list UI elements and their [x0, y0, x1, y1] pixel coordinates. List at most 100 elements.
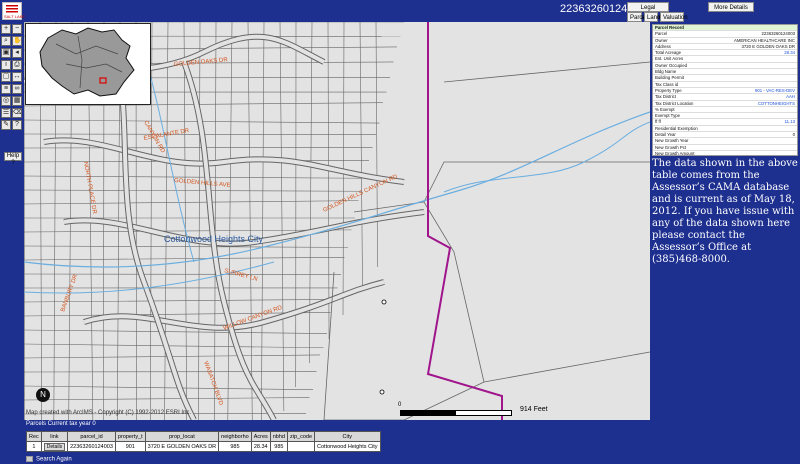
parcel-record-panel: Parcel Record Parcel 22363260124003 Owner AM…	[652, 24, 798, 156]
record-key: Tax District Location	[655, 100, 694, 106]
record-value	[715, 69, 797, 74]
results-cell	[286, 441, 316, 452]
results-title: Parcels Current tax year 0	[26, 421, 96, 427]
valuation-button[interactable]: Valuation	[660, 12, 688, 22]
record-value[interactable]: 28.34	[715, 50, 797, 55]
record-key: Residential Exemption	[655, 125, 698, 131]
record-key: Bldg Name	[655, 69, 677, 75]
help-button[interactable]: Help ?	[4, 152, 22, 166]
record-key: New Growth Year	[655, 138, 689, 144]
buffer-icon[interactable]: ◎	[1, 96, 11, 106]
draw-icon[interactable]: ✎	[1, 120, 11, 130]
overview-map-canvas[interactable]	[26, 24, 150, 104]
results-cell: Details	[40, 441, 69, 452]
results-cell: 3720 E GOLDEN OAKS DR	[144, 441, 220, 452]
north-arrow-icon: N	[36, 388, 50, 402]
results-panel: Parcels Current tax year 0 Rec link parcel…	[24, 420, 650, 464]
details-button[interactable]: Details	[43, 442, 66, 451]
results-row: 1 Details 22363260124003 901 3720 E GOLDEN O…	[26, 441, 381, 452]
full-extent-icon[interactable]: ▣	[1, 48, 11, 58]
pan-icon[interactable]: ✋	[12, 36, 22, 46]
survey-point	[379, 389, 385, 395]
zoom-out-icon[interactable]: −	[12, 24, 22, 34]
logo-text: SALT LAKE	[4, 14, 25, 19]
data-disclaimer: The data shown in the above table comes …	[652, 158, 798, 265]
record-value[interactable]: 901 - VAC-RES-DEV	[715, 88, 797, 93]
select-icon[interactable]: ▢	[1, 72, 11, 82]
record-key: Parcel	[655, 31, 668, 37]
record-key: Total Acreage	[655, 50, 682, 56]
county-outline	[39, 27, 135, 97]
print-icon[interactable]: ⎙	[12, 60, 22, 70]
record-key: Exempt Type	[655, 113, 680, 119]
bottom-right-filler	[652, 420, 800, 464]
results-column-header: Rec	[26, 431, 42, 442]
table-icon[interactable]: ▦	[12, 96, 22, 106]
legend-icon[interactable]: ☰	[1, 108, 11, 118]
record-value: 22363260124003	[761, 31, 795, 37]
map-view[interactable]: GOLDEN OAKS DR CANYON RD ESCALANTE DR GOLDE…	[24, 22, 650, 420]
scale-bar-zero: 0	[398, 402, 402, 408]
layers-icon[interactable]: ≡	[1, 84, 11, 94]
results-cell: Cottonwood Heights City	[314, 441, 381, 452]
county-logo: SALT LAKE	[2, 2, 25, 20]
record-value	[715, 151, 797, 155]
clear-icon[interactable]: ⌫	[12, 108, 22, 118]
search-again-link[interactable]: Search Again	[26, 456, 72, 463]
record-key: Tax Class id	[655, 81, 679, 87]
survey-point	[381, 299, 387, 305]
record-key: Address	[655, 43, 671, 49]
record-value	[715, 63, 797, 68]
record-key: Parcel Record	[655, 25, 684, 30]
parcel-button[interactable]: Parcel	[627, 12, 647, 22]
record-key: Detail Year	[655, 132, 676, 138]
record-value	[715, 82, 797, 87]
record-key: Tax District	[655, 94, 677, 100]
binoculars-icon[interactable]: ∞	[12, 84, 22, 94]
record-value[interactable]: 11.13	[715, 119, 797, 124]
record-key: Owner Occupied	[655, 62, 688, 68]
flag-icon	[6, 5, 18, 13]
record-key: Property Type	[655, 87, 682, 93]
record-value: 3720 E GOLDEN OAKS DR	[741, 43, 796, 49]
zoom-in-icon[interactable]: +	[1, 24, 11, 34]
results-cell: 985	[269, 441, 289, 452]
record-key: New Growth Amount	[655, 150, 695, 156]
results-column-header: property_t	[114, 431, 146, 442]
record-key: % Exempt	[655, 106, 675, 112]
overview-map[interactable]	[25, 23, 151, 105]
results-column-header: neighborho	[218, 431, 252, 442]
results-column-header: Acres	[250, 431, 271, 442]
record-value: 0	[792, 132, 795, 138]
record-key: Est. Unit Acres	[655, 56, 684, 62]
magnify-icon[interactable]: ⌕	[1, 36, 11, 46]
record-value[interactable]: COTTONHEIGHTS	[715, 101, 797, 106]
legal-description-button[interactable]: Legal Description	[627, 2, 669, 21]
previous-extent-icon[interactable]: ◂	[12, 48, 22, 58]
results-column-header: zip_code	[286, 431, 316, 442]
results-column-header: City	[314, 431, 381, 442]
identify-icon[interactable]: i	[1, 60, 11, 70]
results-column-header: parcel_id	[67, 431, 116, 442]
record-key: Building Permit	[655, 75, 684, 81]
record-value[interactable]: AAH	[715, 94, 797, 99]
results-column-header: link	[40, 431, 69, 442]
more-details-button[interactable]: More Details	[708, 2, 754, 12]
record-key: New Growth Pct	[655, 144, 687, 150]
results-table: Rec link parcel_id property_t prop_locat neig…	[26, 431, 381, 452]
city-label: Cottonwood Heights City	[164, 234, 264, 244]
land-button[interactable]: Land	[644, 12, 660, 22]
record-value	[715, 25, 797, 30]
record-value	[715, 107, 797, 112]
scale-bar	[400, 410, 512, 416]
results-column-header: nbhd	[269, 431, 289, 442]
results-cell: 901	[114, 441, 146, 452]
search-again-label[interactable]: Search Again	[36, 457, 72, 463]
measure-icon[interactable]: ↔	[12, 72, 22, 82]
results-cell: 985	[218, 441, 252, 452]
record-value	[715, 138, 797, 143]
search-icon	[26, 456, 33, 462]
record-key: Owner	[655, 37, 668, 43]
parcel-record-row: New Growth Amount	[653, 150, 797, 156]
help-icon[interactable]: ?	[12, 120, 22, 130]
